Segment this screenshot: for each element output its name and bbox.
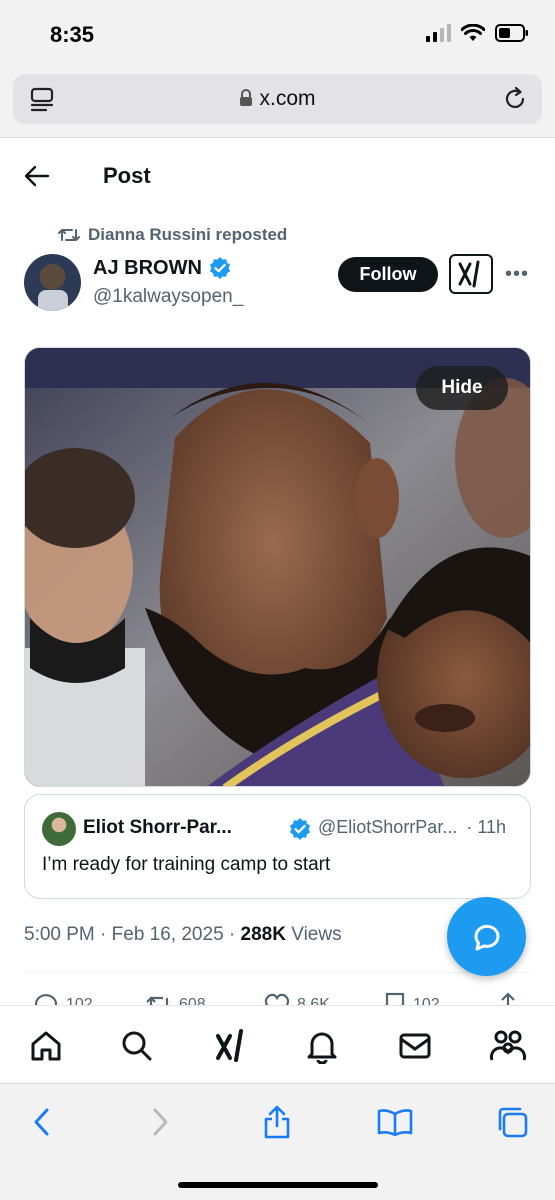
meta-separator: · bbox=[100, 924, 112, 945]
post-header: Post bbox=[0, 150, 555, 202]
nav-messages-icon[interactable] bbox=[395, 1026, 435, 1066]
repost-button[interactable]: 608 bbox=[145, 992, 206, 1006]
nav-communities-icon[interactable] bbox=[488, 1026, 528, 1066]
nav-grok-icon[interactable] bbox=[210, 1026, 250, 1066]
repost-action-icon bbox=[146, 996, 169, 1006]
post-actions: 102 608 8.6K 102 bbox=[0, 988, 555, 1006]
bottom-nav bbox=[0, 1005, 555, 1083]
browser-bookmarks-icon[interactable] bbox=[375, 1102, 415, 1142]
quote-avatar[interactable] bbox=[42, 812, 76, 846]
status-bar: 8:35 bbox=[0, 0, 555, 70]
media-photo bbox=[25, 348, 530, 786]
lock-icon bbox=[239, 89, 253, 113]
nav-search-icon[interactable] bbox=[117, 1026, 157, 1066]
post-media-image[interactable]: Hide bbox=[24, 347, 531, 787]
post-time[interactable]: 5:00 PM bbox=[24, 924, 95, 945]
bookmark-button[interactable]: 102 bbox=[383, 992, 440, 1006]
share-icon bbox=[501, 992, 515, 1006]
compose-reply-fab[interactable] bbox=[447, 897, 526, 976]
browser-forward-icon[interactable] bbox=[140, 1102, 180, 1142]
divider bbox=[24, 972, 531, 973]
repost-indicator[interactable]: Dianna Russini reposted bbox=[58, 225, 287, 245]
views-count: 288K bbox=[240, 924, 286, 945]
signal-icon bbox=[426, 24, 451, 42]
quote-text: I’m ready for training camp to start bbox=[42, 854, 331, 875]
quoted-post[interactable]: Eliot Shorr-Par... @EliotShorrPar... · 1… bbox=[24, 794, 531, 899]
post-date[interactable]: Feb 16, 2025 bbox=[112, 924, 224, 945]
browser-back-icon[interactable] bbox=[22, 1102, 62, 1142]
meta-separator: · bbox=[228, 924, 241, 945]
status-time: 8:35 bbox=[50, 22, 95, 47]
like-button[interactable]: 8.6K bbox=[263, 992, 330, 1006]
browser-share-icon[interactable] bbox=[257, 1102, 297, 1142]
views-label: Views bbox=[291, 924, 342, 945]
quote-handle-text: @EliotShorrPar... bbox=[318, 817, 458, 837]
wifi-icon bbox=[461, 24, 485, 41]
hide-media-button[interactable]: Hide bbox=[416, 366, 508, 410]
battery-icon bbox=[495, 24, 528, 42]
reload-icon[interactable] bbox=[502, 86, 528, 117]
status-icons bbox=[425, 24, 529, 42]
chat-bubble-icon bbox=[474, 924, 499, 950]
browser-tabs-icon[interactable] bbox=[492, 1102, 532, 1142]
nav-notifications-icon[interactable] bbox=[302, 1026, 342, 1066]
page-title: Post bbox=[103, 163, 151, 188]
repost-icon bbox=[58, 229, 80, 241]
share-post-button[interactable] bbox=[496, 992, 520, 1006]
quote-time: · 11h bbox=[466, 817, 507, 837]
reply-button[interactable]: 102 bbox=[32, 992, 93, 1006]
author-avatar[interactable] bbox=[24, 254, 81, 311]
verified-badge-icon bbox=[209, 257, 230, 279]
browser-toolbar bbox=[0, 1083, 555, 1200]
author-name[interactable]: AJ BROWN bbox=[93, 256, 232, 280]
back-arrow-icon[interactable] bbox=[24, 164, 50, 193]
quote-verified-badge-icon bbox=[288, 817, 312, 846]
url-text[interactable]: x.com bbox=[13, 87, 542, 113]
grok-icon[interactable] bbox=[449, 254, 493, 294]
follow-button[interactable]: Follow bbox=[338, 257, 438, 292]
post-meta: 5:00 PM · Feb 16, 2025 · 288K Views bbox=[24, 924, 342, 946]
quote-author-handle: @EliotShorrPar... · 11h bbox=[318, 817, 506, 838]
author-name-text: AJ BROWN bbox=[93, 256, 202, 279]
home-indicator bbox=[178, 1182, 378, 1188]
author-handle[interactable]: @1kalwaysopen_ bbox=[93, 286, 243, 308]
more-options-icon[interactable]: ••• bbox=[505, 263, 529, 286]
browser-url-area: x.com bbox=[0, 70, 555, 138]
reply-icon bbox=[34, 994, 58, 1006]
url-domain: x.com bbox=[259, 87, 316, 110]
heart-icon bbox=[264, 993, 290, 1006]
quote-author-name: Eliot Shorr-Par... bbox=[83, 817, 232, 838]
bookmark-icon bbox=[385, 992, 405, 1006]
repost-text: Dianna Russini reposted bbox=[88, 225, 288, 244]
nav-home-icon[interactable] bbox=[26, 1026, 66, 1066]
url-bar[interactable]: x.com bbox=[13, 74, 542, 124]
